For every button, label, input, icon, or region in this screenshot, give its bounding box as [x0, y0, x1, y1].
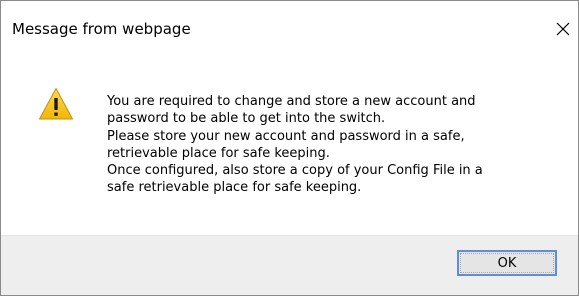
close-button[interactable]	[548, 13, 578, 45]
message-dialog: Message from webpage You are required to…	[0, 0, 579, 296]
button-bar: OK	[1, 235, 578, 295]
title-bar: Message from webpage	[1, 1, 578, 57]
warning-icon	[39, 88, 73, 120]
message-line: retrievable place for safe keeping.	[107, 145, 330, 161]
message-text: You are required to change and store a n…	[107, 93, 552, 197]
close-icon	[556, 22, 570, 36]
message-line: password to be able to get into the swit…	[107, 111, 386, 127]
dialog-content: You are required to change and store a n…	[1, 57, 578, 235]
message-line: safe retrievable place for safe keeping.	[107, 180, 362, 196]
dialog-title: Message from webpage	[12, 20, 191, 38]
message-line: Once configured, also store a copy of yo…	[107, 163, 483, 179]
message-line: Please store your new account and passwo…	[107, 128, 465, 144]
ok-button-label: OK	[497, 255, 517, 271]
message-line: You are required to change and store a n…	[107, 94, 476, 109]
ok-button[interactable]: OK	[457, 250, 557, 276]
